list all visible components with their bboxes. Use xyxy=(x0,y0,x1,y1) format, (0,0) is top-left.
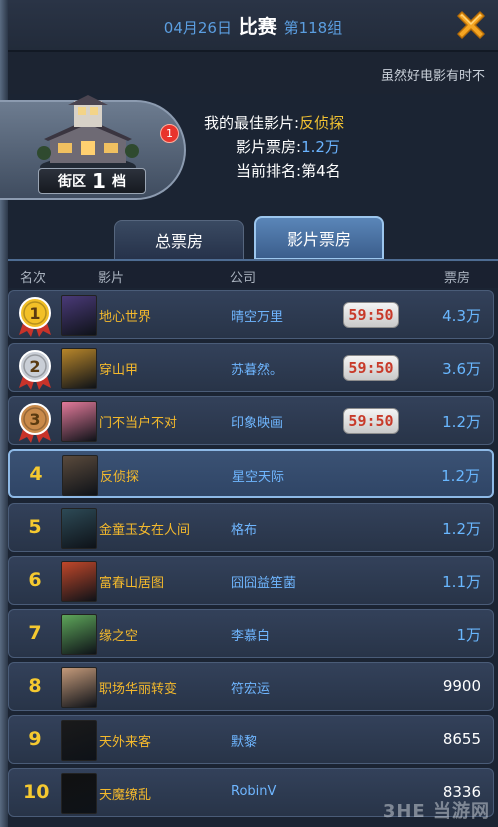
table-row[interactable]: 4 反侦探 星空天际 1.2万 xyxy=(8,449,494,498)
col-movie: 影片 xyxy=(98,271,125,286)
col-box-office: 票房 xyxy=(444,271,471,286)
rank-number: 5 xyxy=(28,516,42,538)
movie-title: 地心世界 xyxy=(99,310,152,325)
movie-poster xyxy=(61,561,97,602)
medal-rank: 2 xyxy=(29,357,40,376)
medal-rank: 3 xyxy=(29,410,40,429)
movie-title: 富春山居图 xyxy=(99,576,165,591)
medal-icon: 1 xyxy=(19,297,51,337)
rank-number: 4 xyxy=(29,463,43,485)
close-button[interactable] xyxy=(450,4,492,46)
box-office-value: 1万 xyxy=(456,626,481,644)
movie-title: 穿山甲 xyxy=(99,363,139,378)
movie-title: 职场华丽转变 xyxy=(99,682,178,697)
district-level-label: 街区 1 档 xyxy=(38,168,146,194)
district-unit: 档 xyxy=(111,174,126,190)
col-rank: 名次 xyxy=(20,271,47,286)
company-name: 李慕白 xyxy=(231,629,271,644)
match-title-text: 比赛 xyxy=(238,16,277,38)
company-name: 符宏运 xyxy=(231,682,271,697)
rank-number: 6 xyxy=(28,569,42,591)
movie-poster xyxy=(61,773,97,814)
current-rank-value: 第4名 xyxy=(301,162,341,180)
close-icon xyxy=(457,11,485,39)
match-header: 04月26日 比赛 第118组 xyxy=(8,0,498,52)
company-name: 囧囧益笙菌 xyxy=(231,576,297,591)
movie-box-office-value: 1.2万 xyxy=(301,138,340,156)
notification-badge: 1 xyxy=(160,124,179,143)
tab-underline xyxy=(8,259,498,261)
company-name: RobinV xyxy=(231,784,277,799)
company-name: 晴空万里 xyxy=(231,310,284,325)
tab-movie-box-office[interactable]: 影片票房 xyxy=(254,216,384,260)
company-name: 印象映画 xyxy=(231,416,284,431)
ranking-tabs: 总票房 影片票房 xyxy=(8,216,498,260)
movie-poster xyxy=(61,720,97,761)
countdown-timer-button[interactable]: 59:50 xyxy=(343,355,399,381)
movie-poster xyxy=(61,614,97,655)
movie-poster xyxy=(62,455,98,496)
movie-title: 反侦探 xyxy=(100,470,140,485)
table-header: 名次 影片 公司 票房 xyxy=(8,262,498,288)
movie-title: 缘之空 xyxy=(99,629,139,644)
rank-number: 9 xyxy=(28,728,42,750)
movie-title: 天魔缭乱 xyxy=(99,788,152,803)
movie-poster xyxy=(61,348,97,389)
movie-box-office-label: 影片票房: xyxy=(236,138,302,156)
box-office-value: 9900 xyxy=(442,677,481,695)
news-ticker: 虽然好电影有时不 xyxy=(8,52,498,94)
table-row[interactable]: 9 天外来客 默黎 8655 xyxy=(8,715,494,764)
district-label-text: 街区 xyxy=(58,174,87,190)
cinema-building-icon xyxy=(37,95,139,177)
table-row[interactable]: 5 金童玉女在人间 格布 1.2万 xyxy=(8,503,494,552)
rank-number: 7 xyxy=(28,622,42,644)
countdown-timer-button[interactable]: 59:50 xyxy=(343,302,399,328)
company-name: 星空天际 xyxy=(232,470,285,485)
medal-icon: 3 xyxy=(19,403,51,443)
match-date: 04月26日 xyxy=(163,19,232,37)
table-row[interactable]: 3 门不当户不对 印象映画 59:50 1.2万 xyxy=(8,396,494,445)
medal-rank: 1 xyxy=(29,304,40,323)
box-office-value: 1.2万 xyxy=(441,467,480,485)
district-level: 1 xyxy=(92,169,106,193)
table-row[interactable]: 2 穿山甲 苏暮然。 59:50 3.6万 xyxy=(8,343,494,392)
ticker-text: 虽然好电影有时不 xyxy=(381,69,486,84)
table-row[interactable]: 7 缘之空 李慕白 1万 xyxy=(8,609,494,658)
movie-title: 门不当户不对 xyxy=(99,416,178,431)
table-row[interactable]: 8 职场华丽转变 符宏运 9900 xyxy=(8,662,494,711)
movie-title: 天外来客 xyxy=(99,735,152,750)
movie-poster xyxy=(61,295,97,336)
box-office-value: 8655 xyxy=(442,730,481,748)
movie-poster xyxy=(61,667,97,708)
company-name: 苏暮然。 xyxy=(231,363,284,378)
match-group: 第118组 xyxy=(283,19,343,37)
watermark-logo: 3HE 当游网 xyxy=(382,801,490,822)
box-office-value: 1.2万 xyxy=(442,413,481,431)
box-office-value: 3.6万 xyxy=(442,360,481,378)
box-office-value: 1.2万 xyxy=(442,520,481,538)
box-office-value: 1.1万 xyxy=(442,573,481,591)
movie-title: 金童玉女在人间 xyxy=(99,523,191,538)
countdown-timer-button[interactable]: 59:50 xyxy=(343,408,399,434)
company-name: 格布 xyxy=(231,523,258,538)
match-title: 04月26日 比赛 第118组 xyxy=(8,12,498,39)
best-movie-row: 我的最佳影片:反侦探 xyxy=(204,111,344,135)
current-rank-row: 当前排名:第4名 xyxy=(236,159,341,183)
table-row[interactable]: 6 富春山居图 囧囧益笙菌 1.1万 xyxy=(8,556,494,605)
movie-box-office-row: 影片票房:1.2万 xyxy=(236,135,340,159)
current-rank-label: 当前排名: xyxy=(236,162,302,180)
best-movie-label: 我的最佳影片: xyxy=(204,114,300,132)
movie-poster xyxy=(61,508,97,549)
col-company: 公司 xyxy=(230,271,257,286)
movie-poster xyxy=(61,401,97,442)
company-name: 默黎 xyxy=(231,735,258,750)
rank-number: 8 xyxy=(28,675,42,697)
medal-icon: 2 xyxy=(19,350,51,390)
tab-total-box-office[interactable]: 总票房 xyxy=(114,220,244,260)
table-row[interactable]: 1 地心世界 晴空万里 59:50 4.3万 xyxy=(8,290,494,339)
rank-number: 10 xyxy=(23,781,50,803)
box-office-value: 4.3万 xyxy=(442,307,481,325)
best-movie-value: 反侦探 xyxy=(299,114,345,132)
